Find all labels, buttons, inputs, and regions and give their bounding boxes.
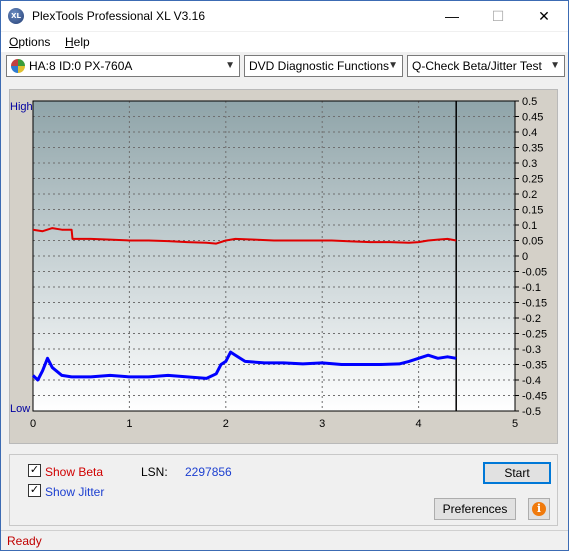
test-select-value: Q-Check Beta/Jitter Test — [412, 59, 542, 73]
show-beta-label[interactable]: Show Beta — [45, 465, 103, 479]
function-select[interactable]: DVD Diagnostic Functions ▼ — [244, 55, 403, 77]
menu-options[interactable]: Options — [9, 35, 50, 49]
maximize-button[interactable]: ☐ — [475, 1, 521, 31]
show-jitter-label[interactable]: Show Jitter — [45, 485, 104, 499]
function-select-value: DVD Diagnostic Functions — [249, 59, 390, 73]
app-logo-icon: XL — [8, 8, 24, 24]
y-tick-label: -0.15 — [522, 298, 547, 310]
drive-select-value: HA:8 ID:0 PX-760A — [29, 59, 133, 73]
menu-options-mnemonic: O — [9, 35, 19, 49]
y-tick-label: -0.1 — [522, 282, 541, 294]
chevron-down-icon: ▼ — [388, 60, 398, 71]
info-icon: i — [532, 502, 546, 516]
y-tick-label: -0.2 — [522, 313, 541, 325]
show-beta-checkbox[interactable]: ✓ — [28, 464, 41, 477]
y-tick-label: -0.05 — [522, 267, 547, 279]
y-tick-label: 0 — [522, 251, 528, 263]
preferences-button[interactable]: Preferences — [434, 498, 516, 520]
x-tick-label: 2 — [223, 418, 229, 430]
info-button[interactable]: i — [528, 498, 550, 520]
y-tick-label: 0.25 — [522, 174, 543, 186]
menu-bar: Options Help — [1, 32, 568, 52]
y-tick-label: 0.3 — [522, 158, 537, 170]
y-tick-label: 0.2 — [522, 189, 537, 201]
y-tick-label: 0.35 — [522, 143, 543, 155]
status-bar: Ready — [1, 530, 568, 550]
axis-label-high: High — [10, 101, 33, 113]
lsn-value: 2297856 — [185, 465, 232, 479]
y-tick-label: -0.5 — [522, 406, 541, 418]
options-panel: ✓ Show Beta ✓ Show Jitter LSN: 2297856 S… — [9, 454, 558, 526]
x-tick-label: 1 — [126, 418, 132, 430]
y-tick-label: -0.25 — [522, 329, 547, 341]
y-tick-label: -0.45 — [522, 391, 547, 403]
y-tick-label: 0.15 — [522, 205, 543, 217]
drive-select[interactable]: HA:8 ID:0 PX-760A ▼ — [6, 55, 240, 77]
y-tick-label: 0.5 — [522, 96, 537, 108]
y-tick-label: 0.1 — [522, 220, 537, 232]
x-tick-label: 3 — [319, 418, 325, 430]
y-tick-label: 0.05 — [522, 236, 543, 248]
menu-options-label: ptions — [18, 35, 51, 49]
y-tick-label: 0.4 — [522, 127, 537, 139]
menu-help[interactable]: Help — [65, 35, 90, 49]
disc-drive-icon — [11, 59, 25, 73]
x-tick-label: 4 — [416, 418, 422, 430]
chart-panel: 0 1 2 3 4 5 0.5 0.45 0.4 0.35 0.3 0.25 0.2 0.15 0.1 0.0… — [9, 89, 558, 444]
y-tick-label: 0.45 — [522, 112, 543, 124]
x-tick-label: 0 — [30, 418, 36, 430]
axis-label-low: Low — [10, 403, 30, 415]
show-jitter-text: Show Jitter — [45, 485, 105, 499]
app-window: XL PlexTools Professional XL V3.16 — ☐ ✕… — [0, 0, 569, 551]
y-tick-label: -0.35 — [522, 360, 547, 372]
chevron-down-icon: ▼ — [225, 60, 235, 71]
title-bar: XL PlexTools Professional XL V3.16 — ☐ ✕ — [1, 1, 568, 31]
show-beta-text: Show Beta — [45, 465, 104, 479]
test-select[interactable]: Q-Check Beta/Jitter Test ▼ — [407, 55, 565, 77]
start-button[interactable]: Start — [483, 462, 551, 484]
chevron-down-icon: ▼ — [550, 60, 560, 71]
menu-help-label: elp — [73, 35, 90, 49]
y-tick-label: -0.3 — [522, 344, 541, 356]
status-text: Ready — [7, 534, 42, 548]
beta-jitter-chart: 0 1 2 3 4 5 0.5 0.45 0.4 0.35 0.3 0.25 0.2 0.15 0.1 0.0… — [10, 96, 547, 430]
y-tick-label: -0.4 — [522, 375, 541, 387]
close-button[interactable]: ✕ — [521, 1, 567, 31]
minimize-button[interactable]: — — [429, 1, 475, 31]
menu-help-mnemonic: H — [65, 35, 74, 49]
toolbar: HA:8 ID:0 PX-760A ▼ DVD Diagnostic Funct… — [1, 53, 568, 79]
lsn-label: LSN: — [141, 465, 168, 479]
x-tick-label: 5 — [512, 418, 518, 430]
show-jitter-checkbox[interactable]: ✓ — [28, 484, 41, 497]
window-title: PlexTools Professional XL V3.16 — [32, 9, 205, 23]
